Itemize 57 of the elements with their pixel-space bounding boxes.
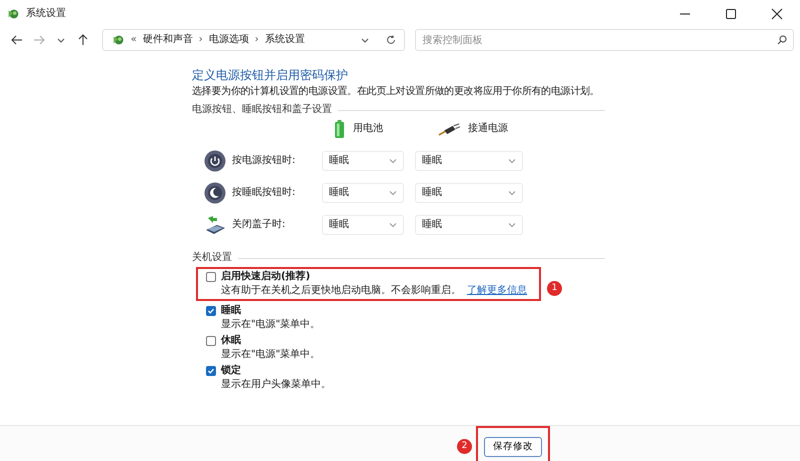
checkbox-label[interactable]: 休眠 — [221, 335, 241, 348]
step-badge: 1 — [547, 281, 562, 296]
app-icon — [6, 7, 20, 21]
page-description: 选择要为你的计算机设置的电源设置。在此页上对设置所做的更改将应用于你所有的电源计划。 — [192, 86, 600, 98]
checkbox[interactable] — [206, 366, 216, 376]
address-bar[interactable]: « 硬件和声音 › 电源选项 › 系统设置 — [102, 29, 406, 51]
breadcrumb-separator: › — [198, 34, 203, 46]
learn-more-link[interactable]: 了解更多信息 — [467, 285, 527, 296]
overflow-chevron[interactable]: « — [130, 34, 137, 46]
dropdown[interactable]: 睡眠 — [322, 183, 404, 204]
window-title: 系统设置 — [26, 8, 66, 20]
search-field[interactable]: 搜索控制面板 — [415, 29, 794, 51]
checkbox-label[interactable]: 锁定 — [221, 365, 241, 378]
chevron-icon — [389, 222, 397, 228]
dropdown[interactable]: 睡眠 — [415, 151, 523, 172]
breadcrumb[interactable]: 硬件和声音 — [142, 34, 193, 46]
power-icon — [204, 150, 226, 172]
checkbox-label[interactable]: 启用快速启动(推荐) — [221, 271, 310, 284]
option-description: 这有助于在关机之后更快地启动电脑。不会影响重启。 — [221, 285, 461, 296]
checkbox[interactable] — [206, 272, 216, 282]
option-description: 显示在用户头像菜单中。 — [221, 379, 331, 390]
setting-label: 按睡眠按钮时: — [232, 187, 296, 200]
battery-icon — [334, 120, 345, 138]
dropdown[interactable]: 睡眠 — [415, 183, 523, 204]
section-title: 关机设置 — [192, 252, 232, 264]
save-button[interactable]: 保存修改 — [484, 437, 542, 457]
breadcrumb-separator: › — [254, 34, 259, 46]
breadcrumb[interactable]: 系统设置 — [264, 34, 305, 46]
search-icon — [776, 35, 787, 45]
checkbox-label[interactable]: 睡眠 — [221, 305, 241, 318]
chevron-icon — [508, 190, 516, 196]
moon-icon — [204, 182, 226, 204]
up-icon[interactable] — [76, 34, 89, 46]
chevron-icon — [389, 158, 397, 164]
chevron-icon — [508, 158, 516, 164]
setting-label: 关闭盖子时: — [232, 219, 286, 232]
breadcrumb[interactable]: 电源选项 — [208, 34, 249, 46]
checkbox[interactable] — [206, 336, 216, 346]
step-badge: 2 — [457, 439, 472, 454]
chevron-icon — [389, 190, 397, 196]
refresh-icon[interactable] — [386, 35, 396, 45]
column-header: 接通电源 — [468, 123, 508, 136]
option-description: 显示在"电源"菜单中。 — [221, 319, 320, 330]
dropdown[interactable]: 睡眠 — [415, 215, 523, 236]
chevron-icon — [508, 222, 516, 228]
setting-label: 按电源按钮时: — [232, 155, 296, 168]
plug-icon — [438, 122, 460, 136]
laptop-icon — [204, 214, 226, 236]
dropdown[interactable]: 睡眠 — [322, 151, 404, 172]
option-description: 显示在"电源"菜单中。 — [221, 349, 320, 360]
location-icon — [110, 33, 125, 47]
section-title: 电源按钮、睡眠按钮和盖子设置 — [192, 104, 332, 116]
checkbox[interactable] — [206, 306, 216, 316]
back-icon[interactable] — [10, 34, 23, 46]
dropdown[interactable]: 睡眠 — [322, 215, 404, 236]
column-header: 用电池 — [353, 123, 383, 136]
page-heading: 定义电源按钮并启用密码保护 — [192, 68, 349, 82]
